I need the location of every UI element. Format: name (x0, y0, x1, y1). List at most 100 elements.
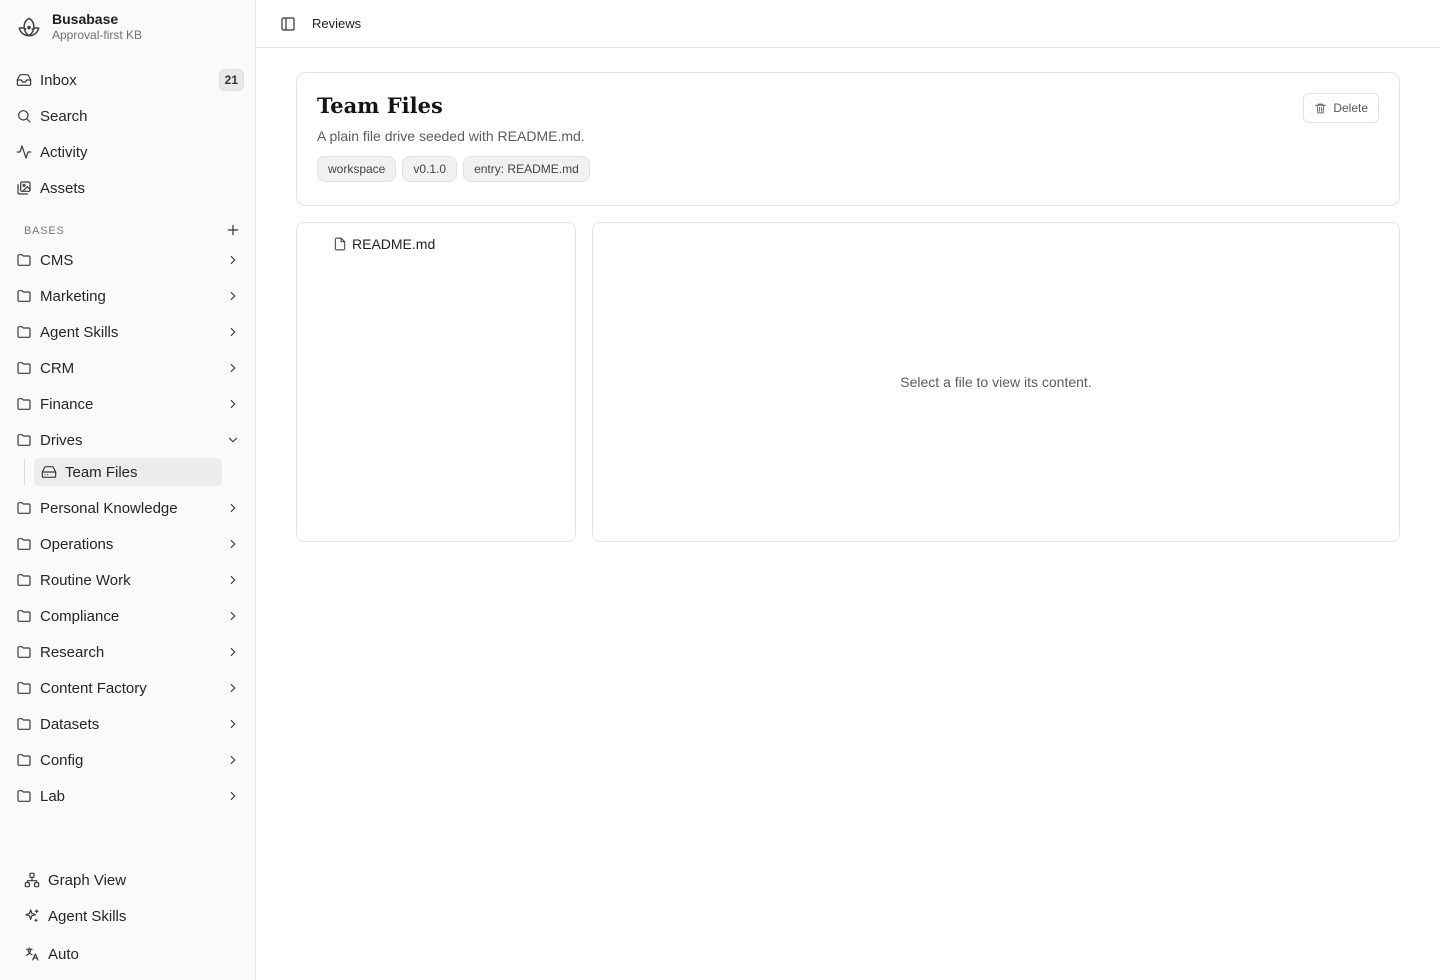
nav-search-label: Search (40, 107, 88, 125)
agent-skills-label: Agent Skills (48, 907, 127, 925)
folder-icon (17, 538, 31, 550)
tag-workspace: workspace (317, 156, 397, 182)
chevron-down-icon[interactable] (226, 433, 240, 447)
file-icon (334, 237, 346, 251)
sidebar-item-datasets[interactable]: Datasets (16, 710, 244, 738)
file-item-readme[interactable]: README.md (333, 236, 435, 252)
chevron-right-icon[interactable] (226, 537, 240, 551)
nav-inbox-label: Inbox (40, 71, 77, 89)
sidebar-item-operations[interactable]: Operations (16, 530, 244, 558)
chevron-right-icon[interactable] (226, 645, 240, 659)
sidebar-item-config[interactable]: Config (16, 746, 244, 774)
search-icon (18, 110, 31, 123)
sidebar-item-label: Marketing (40, 287, 106, 305)
page-description: A plain file drive seeded with README.md… (317, 128, 585, 144)
nav-activity[interactable]: Activity (16, 138, 244, 166)
chevron-right-icon[interactable] (226, 501, 240, 515)
chevron-right-icon[interactable] (226, 753, 240, 767)
nav-assets[interactable]: Assets (16, 174, 244, 202)
chevron-right-icon[interactable] (226, 609, 240, 623)
sidebar-toggle-icon[interactable] (280, 16, 296, 32)
add-base-icon[interactable] (225, 222, 241, 238)
sidebar-item-personal-knowledge[interactable]: Personal Knowledge (16, 494, 244, 522)
chevron-right-icon[interactable] (226, 717, 240, 731)
file-item-readme-label: README.md (352, 236, 436, 252)
sidebar-item-research[interactable]: Research (16, 638, 244, 666)
folder-icon (17, 290, 31, 302)
chevron-right-icon[interactable] (226, 789, 240, 803)
drive-icon (41, 466, 57, 478)
sidebar-item-marketing[interactable]: Marketing (16, 282, 244, 310)
images-icon (17, 181, 31, 195)
viewer-empty-text: Select a file to view its content. (900, 374, 1092, 390)
tag-entry: entry: README.md (463, 156, 590, 182)
nav-search[interactable]: Search (16, 102, 244, 130)
chevron-right-icon[interactable] (226, 253, 240, 267)
folder-icon (17, 682, 31, 694)
sidebar-item-crm[interactable]: CRM (16, 354, 244, 382)
inbox-icon (16, 74, 32, 86)
agent-skills-button[interactable]: Agent Skills (24, 902, 244, 930)
nav-activity-label: Activity (40, 143, 88, 161)
sidebar-item-label: Routine Work (40, 571, 131, 589)
chevron-right-icon[interactable] (226, 397, 240, 411)
sidebar-item-agent-skills[interactable]: Agent Skills (16, 318, 244, 346)
brand-subtitle: Approval-first KB (52, 28, 143, 42)
language-label: Auto (48, 945, 79, 963)
sidebar-item-label: Research (40, 643, 105, 661)
chevron-right-icon[interactable] (226, 325, 240, 339)
chevron-right-icon[interactable] (226, 681, 240, 695)
inbox-count-badge: 21 (218, 69, 244, 91)
nav-assets-label: Assets (40, 179, 86, 197)
topbar: Reviews (256, 0, 1440, 48)
sidebar-item-finance[interactable]: Finance (16, 390, 244, 418)
sidebar-item-label: Content Factory (40, 679, 147, 697)
sidebar-item-label: Lab (40, 787, 66, 805)
graph-view-button[interactable]: Graph View (24, 866, 244, 894)
chevron-right-icon[interactable] (226, 361, 240, 375)
sidebar-item-label: Drives (40, 431, 83, 449)
breadcrumb[interactable]: Reviews (312, 16, 361, 31)
folder-icon (17, 434, 31, 446)
sidebar-item-label: Operations (40, 535, 114, 553)
folder-icon (17, 754, 31, 766)
file-viewer-panel: Select a file to view its content. (592, 222, 1400, 542)
sidebar-item-team-files-label: Team Files (65, 463, 138, 481)
folder-icon (17, 502, 31, 514)
tag-list: workspace v0.1.0 entry: README.md (317, 156, 1379, 182)
folder-icon (17, 646, 31, 658)
brand[interactable]: Busabase Approval-first KB (16, 10, 142, 43)
drive-header-card: Team Files A plain file drive seeded wit… (296, 72, 1400, 206)
folder-icon (17, 326, 31, 338)
sidebar-item-team-files[interactable]: Team Files (34, 458, 222, 486)
folder-icon (17, 790, 31, 802)
delete-button[interactable]: Delete (1303, 93, 1379, 123)
sidebar-item-content-factory[interactable]: Content Factory (16, 674, 244, 702)
sidebar-item-label: Compliance (40, 607, 120, 625)
sidebar-item-label: Finance (40, 395, 94, 413)
folder-icon (17, 362, 31, 374)
sidebar-item-label: Config (40, 751, 84, 769)
language-selector[interactable]: Auto (24, 940, 244, 968)
folder-icon (17, 718, 31, 730)
sidebar-item-lab[interactable]: Lab (16, 782, 244, 810)
sidebar-item-drives[interactable]: Drives (16, 426, 244, 454)
sidebar-item-routine-work[interactable]: Routine Work (16, 566, 244, 594)
sparkles-icon (25, 909, 39, 922)
trash-icon (1315, 103, 1327, 113)
sidebar-item-label: CRM (40, 359, 75, 377)
sidebar-item-compliance[interactable]: Compliance (16, 602, 244, 630)
nav-inbox[interactable]: Inbox 21 (16, 66, 244, 94)
sidebar-item-label: Personal Knowledge (40, 499, 178, 517)
sidebar-item-cms[interactable]: CMS (16, 246, 244, 274)
graph-view-label: Graph View (48, 871, 127, 889)
chevron-right-icon[interactable] (226, 289, 240, 303)
file-tree-panel: README.md (296, 222, 576, 542)
sidebar: Busabase Approval-first KB Inbox 21 Sear… (0, 0, 256, 980)
main-content: Reviews Team Files A plain file drive se… (256, 0, 1440, 980)
folder-icon (17, 610, 31, 622)
chevron-right-icon[interactable] (226, 573, 240, 587)
tag-version: v0.1.0 (402, 156, 458, 182)
folder-icon (17, 574, 31, 586)
folder-icon (17, 398, 31, 410)
